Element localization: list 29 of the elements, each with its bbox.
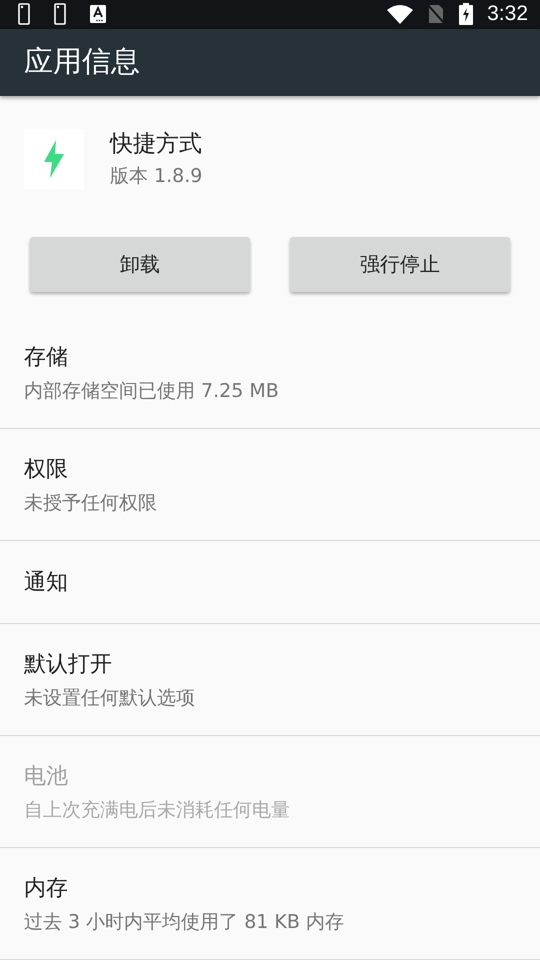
item-title: 默认打开	[24, 650, 113, 678]
action-button[interactable]: 强行停止	[290, 237, 510, 292]
item-title: 权限	[24, 456, 69, 484]
app-icon	[24, 128, 84, 188]
item-title: 存储	[24, 344, 69, 372]
font-icon	[90, 5, 106, 24]
phone-icon	[54, 3, 66, 26]
settings-item[interactable]: 默认打开 未设置任何默认选项	[0, 624, 540, 736]
item-summary: 自上次充满电后未消耗任何电量	[24, 798, 291, 822]
screen-title: 应用信息	[24, 43, 140, 80]
settings-item[interactable]: 权限 未授予任何权限	[0, 429, 540, 541]
battery-charging-icon	[459, 3, 474, 26]
phone-icon	[18, 3, 30, 26]
settings-item[interactable]: 内存 过去 3 小时内平均使用了 81 KB 内存	[0, 848, 540, 960]
item-summary: 未设置任何默认选项	[24, 686, 196, 710]
item-summary: 内部存储空间已使用 7.25 MB	[24, 378, 280, 404]
settings-item[interactable]: 通知	[0, 541, 540, 624]
item-title: 电池	[24, 762, 69, 790]
app-name: 快捷方式	[110, 130, 202, 159]
action-button[interactable]: 卸载	[30, 237, 250, 292]
item-summary: 过去 3 小时内平均使用了 81 KB 内存	[24, 910, 345, 934]
clock-time: 3:32	[487, 2, 528, 26]
wifi-icon	[387, 4, 414, 24]
settings-item[interactable]: 存储 内部存储空间已使用 7.25 MB	[0, 317, 540, 429]
item-title: 通知	[24, 569, 69, 597]
item-summary: 未授予任何权限	[24, 490, 158, 516]
item-title: 内存	[24, 874, 69, 902]
no-sim-icon	[427, 4, 446, 24]
app-version: 版本 1.8.9	[110, 164, 202, 189]
